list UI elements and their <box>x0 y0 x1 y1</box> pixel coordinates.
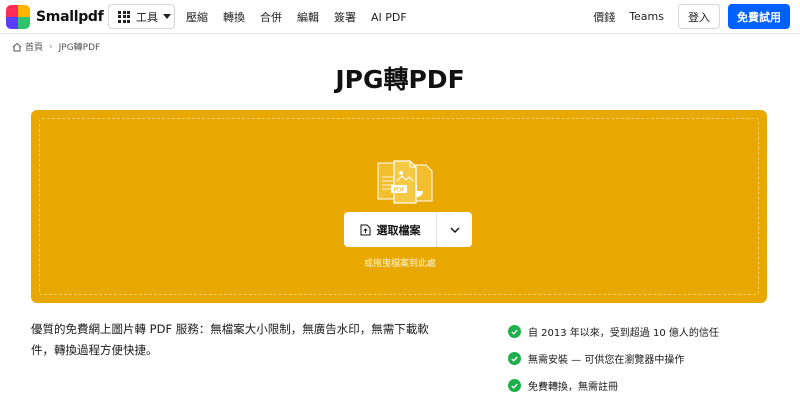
top-header: Smallpdf 工具 壓縮 轉換 合併 編輯 簽署 AI PDF 價錢 Tea… <box>0 0 800 34</box>
nav-convert[interactable]: 轉換 <box>223 9 245 25</box>
teams-link[interactable]: Teams <box>629 10 664 23</box>
chevron-down-icon <box>450 227 459 233</box>
free-trial-button[interactable]: 免費試用 <box>728 4 790 29</box>
breadcrumb-home[interactable]: 首頁 <box>25 40 43 53</box>
files-illustration-icon: PDF <box>377 160 433 204</box>
breadcrumb-separator-icon: › <box>49 41 53 52</box>
feature-text: 自 2013 年以來，受到超過 10 億人的信任 <box>528 328 719 339</box>
feature-item: 自 2013 年以來，受到超過 10 億人的信任 <box>508 318 719 345</box>
nav-merge[interactable]: 合併 <box>260 9 282 25</box>
login-button[interactable]: 登入 <box>678 4 720 29</box>
home-icon <box>12 42 22 51</box>
check-icon <box>508 352 521 365</box>
page-title: JPG轉PDF <box>335 65 465 94</box>
smallpdf-logo[interactable]: Smallpdf <box>6 5 104 29</box>
feature-item: 免費轉換，無需註冊 <box>508 372 719 399</box>
nav-sign[interactable]: 簽署 <box>334 9 356 25</box>
file-dropzone[interactable]: PDF 選取檔案 或拖曳檔案到此處 <box>31 110 767 303</box>
chevron-down-icon <box>163 14 171 19</box>
feature-text: 免費轉換，無需註冊 <box>528 382 618 393</box>
pricing-link[interactable]: 價錢 <box>593 9 615 25</box>
feature-item: 無需安裝 — 可供您在瀏覽器中操作 <box>508 345 719 372</box>
logo-mark-icon <box>6 5 30 29</box>
grid-icon <box>118 10 130 23</box>
nav-ai-pdf[interactable]: AI PDF <box>371 11 407 24</box>
right-nav: 價錢 Teams 登入 免費試用 <box>593 4 790 29</box>
nav-compress[interactable]: 壓縮 <box>186 9 208 25</box>
tool-description: 優質的免費網上圖片轉 PDF 服務：無檔案大小限制，無廣告水印，無需下載軟件，轉… <box>31 322 429 357</box>
feature-list: 自 2013 年以來，受到超過 10 億人的信任 無需安裝 — 可供您在瀏覽器中… <box>508 318 719 399</box>
pdf-badge: PDF <box>394 188 405 194</box>
choose-file-label: 選取檔案 <box>376 223 421 237</box>
choose-file-button[interactable]: 選取檔案 <box>344 212 436 247</box>
breadcrumb-current: JPG轉PDF <box>58 43 101 53</box>
check-icon <box>508 325 521 338</box>
tools-label: 工具 <box>136 10 158 24</box>
feature-text: 無需安裝 — 可供您在瀏覽器中操作 <box>528 355 685 366</box>
brand-name: Smallpdf <box>36 9 104 25</box>
tools-menu-button[interactable]: 工具 <box>108 4 175 29</box>
drop-hint: 或拖曳檔案到此處 <box>363 259 436 269</box>
upload-options-dropdown[interactable] <box>437 212 472 247</box>
main-nav: 壓縮 轉換 合併 編輯 簽署 AI PDF <box>186 0 422 34</box>
breadcrumb: 首頁 › JPG轉PDF <box>12 40 100 53</box>
dropzone-border: PDF 選取檔案 或拖曳檔案到此處 <box>39 118 759 295</box>
check-icon <box>508 379 521 392</box>
file-upload-icon <box>360 224 370 235</box>
nav-edit[interactable]: 編輯 <box>297 9 319 25</box>
